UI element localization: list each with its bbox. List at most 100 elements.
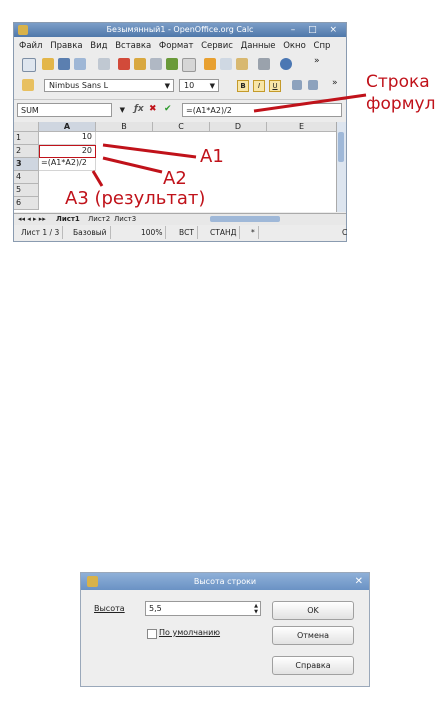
row-header-6[interactable]: 6 <box>14 197 39 210</box>
formula-bar: SUM ▼ ƒx ✖ ✔ =(A1*A2)/2 <box>14 99 346 120</box>
bold-button[interactable]: B <box>237 80 249 92</box>
menu-file[interactable]: Файл <box>19 41 42 51</box>
print-preview-icon[interactable] <box>150 58 162 70</box>
row-header-4[interactable]: 4 <box>14 171 39 184</box>
dialog-title: Высота строки <box>193 577 257 586</box>
vertical-scrollbar[interactable] <box>336 122 346 212</box>
default-checkbox[interactable] <box>147 629 157 639</box>
annotation-a3: A3 (результат) <box>65 188 206 209</box>
chevron-down-icon[interactable]: ▼ <box>120 104 125 117</box>
menu-window[interactable]: Окно <box>283 41 306 51</box>
ok-button[interactable]: OK <box>272 601 354 620</box>
window-title: Безымянный1 - OpenOffice.org Calc <box>106 25 254 34</box>
dialog-titlebar[interactable]: Высота строки ✕ <box>81 573 369 590</box>
menu-insert[interactable]: Вставка <box>115 41 151 51</box>
formula-input[interactable]: =(A1*A2)/2 <box>182 103 342 117</box>
name-box[interactable]: SUM ▼ <box>17 103 125 117</box>
font-name-value: Nimbus Sans L <box>49 81 109 90</box>
font-size-box[interactable]: 10 ▼ <box>179 79 219 92</box>
annotation-formula-line: Строка <box>366 72 430 92</box>
menu-help[interactable]: Спр <box>314 41 331 51</box>
status-zoom[interactable]: 100% <box>138 226 167 239</box>
row-header-5[interactable]: 5 <box>14 184 39 197</box>
copy-icon[interactable] <box>220 58 232 70</box>
toolbar-overflow-icon[interactable]: » <box>332 78 338 88</box>
row-header-1[interactable]: 1 <box>14 132 39 145</box>
app-icon <box>18 25 28 35</box>
horizontal-scrollbar[interactable] <box>210 216 280 222</box>
cancel-button[interactable]: Отмена <box>272 626 354 645</box>
cut-icon[interactable] <box>118 58 130 70</box>
spin-arrows-icon[interactable]: ▲ ▼ <box>254 603 258 615</box>
corner-select-all[interactable] <box>14 122 39 132</box>
row-header-2[interactable]: 2 <box>14 145 39 158</box>
clone-format-icon[interactable] <box>204 58 216 70</box>
sheet-tab-3[interactable]: Лист3 <box>114 214 136 224</box>
annotation-formula-line-2: формул <box>366 94 436 114</box>
save-icon[interactable] <box>58 58 70 70</box>
menu-edit[interactable]: Правка <box>50 41 82 51</box>
spellcheck-icon[interactable] <box>166 58 178 70</box>
cell-a1[interactable]: 10 <box>39 132 96 145</box>
standard-toolbar: » <box>14 54 346 74</box>
annotation-a1: A1 <box>200 146 224 167</box>
status-insert-mode[interactable]: ВСТ <box>176 226 198 239</box>
window-controls[interactable]: – □ × <box>291 23 342 37</box>
edit-file-icon[interactable] <box>74 58 86 70</box>
status-modified: * <box>248 226 259 239</box>
autospell-icon[interactable] <box>182 58 196 72</box>
menu-bar: Файл Правка Вид Вставка Формат Сервис Да… <box>14 39 346 53</box>
row-header-3[interactable]: 3 <box>14 158 39 171</box>
font-size-value: 10 <box>184 81 195 90</box>
font-name-box[interactable]: Nimbus Sans L ▼ <box>44 79 174 92</box>
cell-a3[interactable]: =(A1*A2)/2 <box>39 158 96 171</box>
sheet-tab-1[interactable]: Лист1 <box>56 214 80 224</box>
print-icon[interactable] <box>134 58 146 70</box>
column-header-c[interactable]: C <box>153 122 210 132</box>
undo-icon[interactable] <box>280 58 292 70</box>
status-sheet: Лист 1 / 3 <box>18 226 64 239</box>
menu-format[interactable]: Формат <box>159 41 194 51</box>
sheet-nav-arrows-icon[interactable]: ◂◂ ◂ ▸ ▸▸ <box>18 214 46 224</box>
menu-tools[interactable]: Сервис <box>201 41 233 51</box>
chevron-down-icon[interactable]: ▼ <box>210 80 215 92</box>
export-pdf-icon[interactable] <box>98 58 110 70</box>
annotation-a2: A2 <box>163 168 187 189</box>
sheet-tab-2[interactable]: Лист2 <box>88 214 110 224</box>
sheet-tab-bar: ◂◂ ◂ ▸ ▸▸ Лист1 Лист2 Лист3 <box>14 213 346 225</box>
new-document-icon[interactable] <box>22 58 36 72</box>
align-left-icon[interactable] <box>292 80 302 90</box>
open-folder-icon[interactable] <box>42 58 54 70</box>
paint-bucket-icon[interactable] <box>258 58 270 70</box>
status-selection-mode[interactable]: СТАНД <box>207 226 241 239</box>
column-header-b[interactable]: B <box>96 122 153 132</box>
formatting-toolbar: Nimbus Sans L ▼ 10 ▼ B I U » <box>14 76 346 96</box>
column-header-d[interactable]: D <box>210 122 267 132</box>
underline-button[interactable]: U <box>269 80 281 92</box>
cell-a2[interactable]: 20 <box>39 145 96 158</box>
accept-icon[interactable]: ✔ <box>164 104 172 114</box>
align-center-icon[interactable] <box>308 80 318 90</box>
app-icon <box>87 576 98 587</box>
height-spin-field[interactable]: 5,5 ▲ ▼ <box>145 601 261 616</box>
scrollbar-thumb[interactable] <box>338 132 344 162</box>
column-header-e[interactable]: E <box>267 122 337 132</box>
height-value: 5,5 <box>149 604 162 613</box>
help-button[interactable]: Справка <box>272 656 354 675</box>
function-wizard-icon[interactable]: ƒx <box>134 104 144 114</box>
calc-window: Безымянный1 - OpenOffice.org Calc – □ × … <box>13 22 347 242</box>
formula-text: =(A1*A2)/2 <box>186 106 232 115</box>
toolbar-overflow-icon[interactable]: » <box>314 56 320 66</box>
menu-data[interactable]: Данные <box>241 41 276 51</box>
default-checkbox-label[interactable]: По умолчанию <box>159 628 220 637</box>
cancel-icon[interactable]: ✖ <box>149 104 157 114</box>
column-header-a[interactable]: A <box>39 122 96 132</box>
status-page-style[interactable]: Базовый <box>70 226 111 239</box>
menu-view[interactable]: Вид <box>90 41 107 51</box>
paste-icon[interactable] <box>236 58 248 70</box>
chevron-down-icon[interactable]: ▼ <box>165 80 170 92</box>
italic-button[interactable]: I <box>253 80 265 92</box>
window-titlebar[interactable]: Безымянный1 - OpenOffice.org Calc – □ × <box>14 23 346 37</box>
styles-icon[interactable] <box>22 79 34 91</box>
close-icon[interactable]: ✕ <box>355 573 363 590</box>
